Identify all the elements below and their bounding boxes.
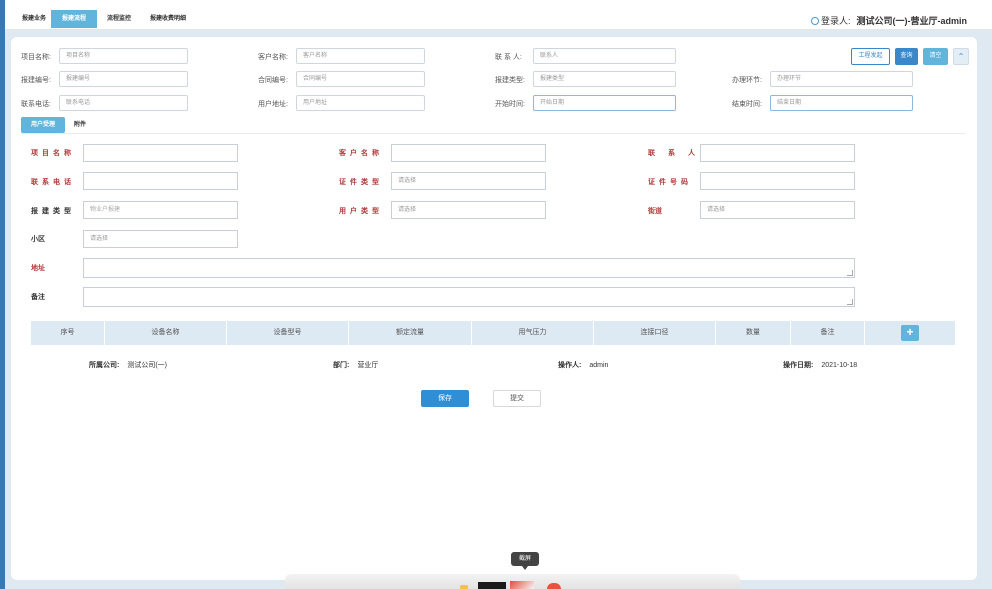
screenshot-app-icon[interactable] bbox=[510, 581, 534, 589]
subtab-divider bbox=[21, 133, 965, 134]
search-process-step-label: 办理环节: bbox=[732, 77, 762, 84]
tab-process-monitor[interactable]: 流程监控 bbox=[97, 10, 141, 28]
dock-bar bbox=[285, 574, 740, 589]
search-contact-input[interactable]: 联系人 bbox=[533, 48, 676, 64]
search-start-time-label: 开始时间: bbox=[495, 101, 525, 108]
form-street-select[interactable]: 请选择 bbox=[700, 201, 855, 219]
search-process-step-input[interactable]: 办理环节 bbox=[770, 71, 913, 87]
search-customer-name-input[interactable]: 客户名称 bbox=[296, 48, 425, 64]
form-customer-name-label: 客户名称 bbox=[339, 150, 383, 157]
column-header: 用气压力 bbox=[472, 321, 594, 345]
top-nav-bar: 报建业务 报建流程 流程监控 报建收费明细 登录人: 测试公司(一)-营业厅-ad… bbox=[5, 0, 992, 30]
form-customer-name-input[interactable] bbox=[391, 144, 546, 162]
user-icon bbox=[810, 17, 819, 25]
form-community-select[interactable]: 请选择 bbox=[83, 230, 238, 248]
dock-app-icon[interactable] bbox=[460, 585, 468, 589]
form-contact-label: 联系人 bbox=[648, 150, 708, 157]
search-apply-no-input[interactable]: 报建编号 bbox=[59, 71, 188, 87]
clear-button[interactable]: 清空 bbox=[923, 48, 948, 65]
info-date: 操作日期: 2021-10-18 bbox=[783, 360, 857, 370]
search-end-time-label: 结束时间: bbox=[732, 101, 762, 108]
column-header: 设备型号 bbox=[227, 321, 349, 345]
search-phone-input[interactable]: 联系电话 bbox=[59, 95, 188, 111]
subtab-user-acceptance[interactable]: 用户受理 bbox=[21, 117, 65, 133]
search-apply-type-input[interactable]: 报建类型 bbox=[533, 71, 676, 87]
form-phone-input[interactable] bbox=[83, 172, 238, 190]
search-apply-type-label: 报建类型: bbox=[495, 77, 525, 84]
search-contract-no-input[interactable]: 合同编号 bbox=[296, 71, 425, 87]
search-end-date-input[interactable]: 结束日期 bbox=[770, 95, 913, 111]
info-company: 所属公司: 测试公司(一) bbox=[89, 360, 167, 370]
form-remark-label: 备注 bbox=[31, 294, 45, 301]
info-company-value: 测试公司(一) bbox=[127, 362, 168, 369]
info-date-value: 2021-10-18 bbox=[821, 362, 858, 369]
form-street-label: 街道 bbox=[648, 208, 662, 215]
tab-apply-business[interactable]: 报建业务 bbox=[12, 10, 56, 28]
tab-fee-details[interactable]: 报建收费明细 bbox=[140, 10, 196, 28]
search-contact-label: 联 系 人: bbox=[495, 54, 522, 61]
collapse-chevron-icon[interactable]: ⌃ bbox=[953, 48, 969, 65]
form-id-type-select[interactable]: 请选择 bbox=[391, 172, 546, 190]
form-address-textarea[interactable] bbox=[83, 258, 855, 278]
column-header: 设备名称 bbox=[105, 321, 227, 345]
form-project-name-input[interactable] bbox=[83, 144, 238, 162]
form-project-name-label: 项目名称 bbox=[31, 150, 75, 157]
column-header: 备注 bbox=[791, 321, 865, 345]
login-info: 登录人: 测试公司(一)-营业厅-admin bbox=[810, 14, 968, 27]
info-department: 部门: 营业厅 bbox=[333, 360, 378, 370]
left-sidebar-strip bbox=[0, 0, 5, 589]
info-operator-label: 操作人: bbox=[558, 362, 582, 369]
form-phone-label: 联系电话 bbox=[31, 179, 75, 186]
search-contract-no-label: 合同编号: bbox=[258, 77, 288, 84]
form-apply-type-label: 报建类型 bbox=[31, 208, 75, 215]
form-id-type-label: 证件类型 bbox=[339, 179, 383, 186]
screenshot-tooltip: 截屏 bbox=[511, 552, 539, 570]
terminal-app-icon[interactable] bbox=[478, 582, 506, 589]
form-remark-textarea[interactable] bbox=[83, 287, 855, 307]
column-header: 数量 bbox=[716, 321, 791, 345]
main-panel bbox=[11, 37, 977, 580]
search-user-address-label: 用户地址: bbox=[258, 101, 288, 108]
form-contact-input[interactable] bbox=[700, 144, 855, 162]
search-start-date-input[interactable]: 开始日期 bbox=[533, 95, 676, 111]
form-apply-type-input: 物业户报建 bbox=[83, 201, 238, 219]
info-operator-value: admin bbox=[589, 362, 609, 369]
query-button[interactable]: 查询 bbox=[895, 48, 918, 65]
search-apply-no-label: 报建编号: bbox=[21, 77, 51, 84]
search-user-address-input[interactable]: 用户地址 bbox=[296, 95, 425, 111]
subtab-attachments[interactable]: 附件 bbox=[68, 117, 92, 133]
tab-apply-process[interactable]: 报建流程 bbox=[51, 10, 97, 28]
column-header: 序号 bbox=[31, 321, 105, 345]
info-date-label: 操作日期: bbox=[783, 362, 814, 369]
login-label: 登录人: bbox=[820, 16, 851, 26]
info-operator: 操作人: admin bbox=[558, 360, 608, 370]
add-row-plus-icon[interactable]: + bbox=[901, 325, 919, 341]
form-user-type-label: 用户类型 bbox=[339, 208, 383, 215]
submit-button[interactable]: 提交 bbox=[493, 390, 541, 407]
form-id-no-label: 证件号码 bbox=[648, 179, 692, 186]
info-department-value: 营业厅 bbox=[357, 362, 379, 369]
project-launch-button[interactable]: 工程发起 bbox=[851, 48, 890, 65]
dock-app-icon[interactable] bbox=[547, 583, 561, 589]
search-project-name-label: 项目名称: bbox=[21, 54, 51, 61]
form-id-no-input[interactable] bbox=[700, 172, 855, 190]
form-user-type-select[interactable]: 请选择 bbox=[391, 201, 546, 219]
column-header: 额定流量 bbox=[349, 321, 472, 345]
search-phone-label: 联系电话: bbox=[21, 101, 51, 108]
info-company-label: 所属公司: bbox=[89, 362, 120, 369]
form-community-label: 小区 bbox=[31, 236, 45, 243]
device-table-header: 序号 设备名称 设备型号 额定流量 用气压力 连接口径 数量 备注 + bbox=[31, 321, 955, 345]
form-address-label: 地址 bbox=[31, 265, 45, 272]
save-button[interactable]: 保存 bbox=[421, 390, 469, 407]
column-header: 连接口径 bbox=[594, 321, 716, 345]
search-customer-name-label: 客户名称: bbox=[258, 54, 288, 61]
search-project-name-input[interactable]: 项目名称 bbox=[59, 48, 188, 64]
login-user: 测试公司(一)-营业厅-admin bbox=[856, 16, 968, 26]
info-department-label: 部门: bbox=[333, 362, 350, 369]
